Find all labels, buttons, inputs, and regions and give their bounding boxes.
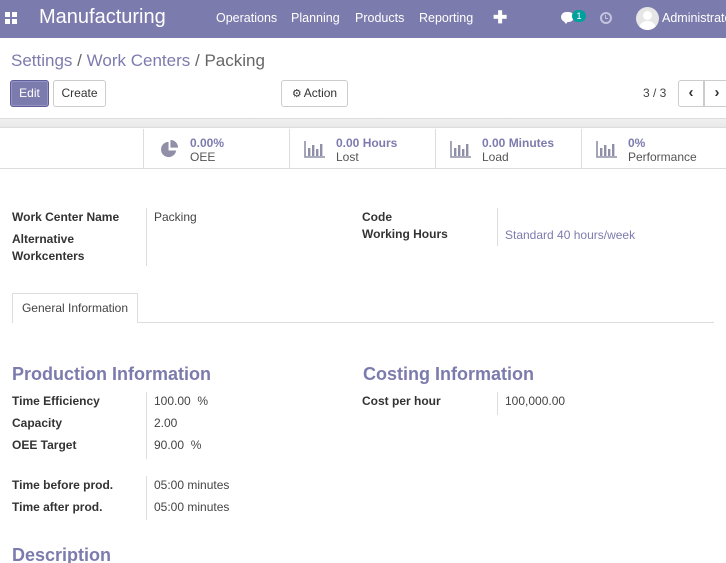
bar-chart-icon — [450, 141, 471, 158]
field-divider — [146, 476, 147, 520]
pager-previous-button[interactable]: ‹ — [678, 80, 704, 107]
working-hours-label: Working Hours — [362, 227, 448, 241]
work-center-name-value: Packing — [154, 210, 197, 224]
menu-operations[interactable]: Operations — [216, 11, 277, 25]
time-efficiency-value: 100.00 % — [154, 394, 209, 408]
pie-chart-icon — [161, 140, 179, 158]
tab-general-information[interactable]: General Information — [12, 293, 138, 323]
avatar[interactable] — [636, 7, 659, 30]
breadcrumb-separator: / — [77, 51, 82, 70]
costing-information-title: Costing Information — [363, 364, 534, 384]
performance-value: 0% — [628, 136, 646, 150]
create-button[interactable]: Create — [53, 80, 106, 107]
breadcrumb-work-centers[interactable]: Work Centers — [87, 51, 191, 70]
breadcrumb-separator: / — [194, 51, 200, 70]
field-divider — [497, 392, 498, 415]
field-divider — [146, 208, 147, 266]
apps-grid-icon[interactable] — [5, 12, 17, 24]
action-button[interactable]: ⚙ Action — [281, 80, 348, 107]
time-after-prod-label: Time after prod. — [12, 500, 103, 514]
time-after-prod-value: 05:00 minutes — [154, 500, 230, 514]
breadcrumb-settings[interactable]: Settings — [11, 51, 72, 70]
plus-icon[interactable]: ✚ — [493, 8, 507, 28]
stat-performance[interactable]: 0% Performance — [581, 129, 726, 169]
time-efficiency-label: Time Efficiency — [12, 394, 100, 408]
chat-count-badge: 1 — [572, 10, 586, 22]
bar-chart-icon — [304, 141, 325, 158]
capacity-label: Capacity — [12, 416, 63, 430]
load-label: Load — [482, 150, 509, 164]
description-title: Description — [12, 545, 112, 563]
lost-value: 0.00 Hours — [336, 136, 398, 150]
oee-label: OEE — [190, 150, 216, 164]
gear-icon: ⚙ — [291, 88, 302, 100]
activity-clock-icon[interactable] — [600, 12, 612, 24]
menu-planning[interactable]: Planning — [291, 11, 340, 25]
alternative-workcenters-label: Alternative Workcenters — [12, 232, 85, 263]
performance-label: Performance — [628, 150, 697, 164]
menu-products[interactable]: Products — [355, 11, 404, 25]
oee-target-label: OEE Target — [12, 438, 77, 452]
time-before-prod-label: Time before prod. — [12, 478, 114, 492]
divider — [0, 118, 726, 128]
stat-load[interactable]: 0.00 Minutes Load — [435, 129, 581, 169]
app-title[interactable]: Manufacturing — [39, 6, 166, 29]
field-divider — [497, 208, 498, 246]
load-value: 0.00 Minutes — [482, 136, 555, 150]
pager-next-button[interactable]: › — [704, 80, 726, 107]
cost-per-hour-label: Cost per hour — [362, 394, 441, 408]
code-label: Code — [362, 210, 392, 224]
user-menu[interactable]: Administrator — [662, 11, 726, 25]
stat-lost[interactable]: 0.00 Hours Lost — [289, 129, 435, 169]
bar-chart-icon — [596, 141, 617, 158]
cost-per-hour-value: 100,000.00 — [505, 394, 566, 408]
stat-buttons: 0.00% OEE 0.00 Hours Lost 0.00 Minutes L… — [0, 129, 726, 169]
menu-reporting[interactable]: Reporting — [419, 11, 473, 25]
lost-label: Lost — [336, 150, 359, 164]
field-divider — [146, 392, 147, 459]
stat-oee[interactable]: 0.00% OEE — [143, 129, 289, 169]
oee-target-value: 90.00 % — [154, 438, 202, 452]
action-label: Action — [303, 86, 338, 100]
breadcrumb: Settings / Work Centers / Packing — [11, 51, 265, 71]
oee-value: 0.00% — [190, 136, 225, 150]
pager-value[interactable]: 3 / 3 — [643, 86, 666, 100]
work-center-name-label: Work Center Name — [12, 210, 120, 224]
edit-button[interactable]: Edit — [10, 80, 49, 107]
breadcrumb-current: Packing — [204, 51, 265, 70]
capacity-value: 2.00 — [154, 416, 178, 430]
time-before-prod-value: 05:00 minutes — [154, 478, 230, 492]
production-information-title: Production Information — [12, 364, 211, 384]
top-navbar: Manufacturing Operations Planning Produc… — [0, 0, 726, 38]
working-hours-link[interactable]: Standard 40 hours/week — [505, 227, 635, 244]
